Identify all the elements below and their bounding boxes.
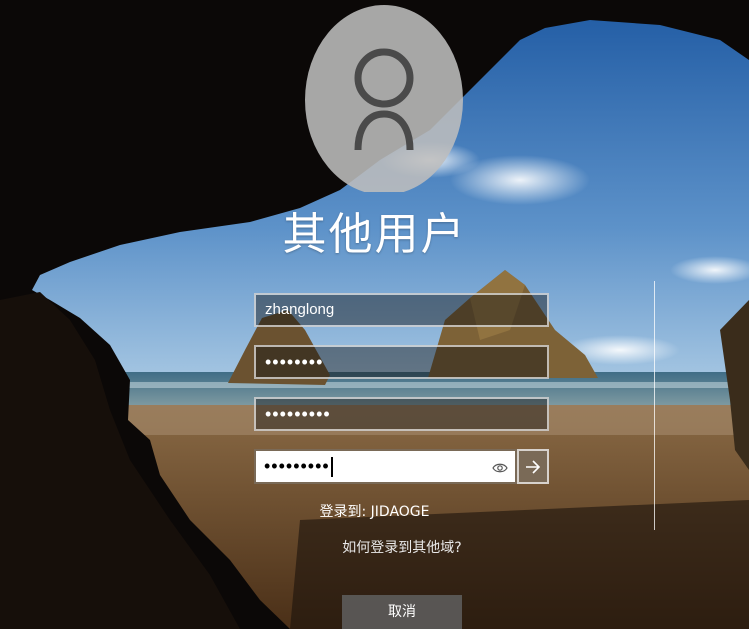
cancel-button[interactable]: 取消	[342, 595, 462, 629]
divider	[654, 281, 655, 530]
arrow-right-icon	[526, 459, 541, 474]
password-field-1[interactable]: ••••••••	[254, 345, 549, 379]
signin-domain-label: 登录到: JIDAOGE	[319, 504, 430, 520]
password-mask: •••••••••	[264, 456, 330, 476]
submit-button[interactable]	[517, 449, 549, 484]
password-field-active[interactable]: •••••••••	[254, 449, 517, 484]
eye-icon[interactable]	[492, 460, 508, 476]
password-entry-row: •••••••••	[254, 449, 549, 484]
other-domain-link[interactable]: 如何登录到其他域?	[342, 540, 461, 556]
user-avatar	[305, 0, 463, 192]
username-field[interactable]: zhanglong	[254, 293, 549, 327]
page-title: 其他用户	[282, 209, 467, 260]
password-field-2[interactable]: •••••••••	[254, 397, 549, 431]
text-caret	[330, 457, 333, 478]
